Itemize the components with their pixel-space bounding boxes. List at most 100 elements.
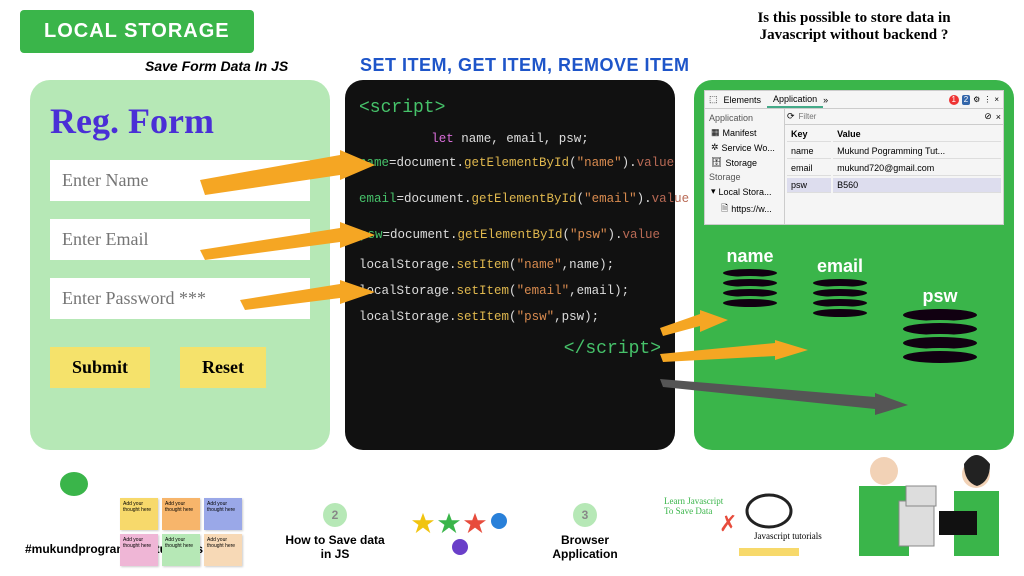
sidebar-heading-storage: Storage xyxy=(707,170,782,184)
devtools-window: ⬚ Elements Application » 1 2 ⚙ ⋮ × Appli… xyxy=(704,90,1004,225)
code-fn: setItem xyxy=(457,284,510,298)
clear-icon[interactable]: × xyxy=(996,112,1001,122)
code-txt: localStorage. xyxy=(359,310,457,324)
script-open-tag: <script> xyxy=(359,94,661,123)
star-icon xyxy=(464,512,486,534)
form-title: Reg. Form xyxy=(50,100,310,142)
code-fn: getElementById xyxy=(457,228,562,242)
step-badge-icon: 2 xyxy=(323,503,347,527)
col-value: Value xyxy=(833,127,1001,142)
sticky-note: Add your thought here xyxy=(120,498,158,530)
footer-deco: Learn Javascript To Save Data ✗ Javascri… xyxy=(664,486,824,566)
cell-value: Mukund Pogramming Tut... xyxy=(833,144,1001,159)
code-str: "psw" xyxy=(517,310,555,324)
code-var-psw: psw xyxy=(360,228,383,242)
sticky-note: Add your thought here xyxy=(162,534,200,566)
table-row[interactable]: pswB560 xyxy=(787,178,1001,193)
code-fn: getElementById xyxy=(472,192,577,206)
info-badge: 2 xyxy=(962,95,970,105)
cell-key: name xyxy=(787,144,831,159)
step-label: How to Save data in JS xyxy=(280,533,390,561)
db-label: name xyxy=(720,246,780,267)
code-fn: getElementById xyxy=(464,156,569,170)
script-text: Javascript tutorials xyxy=(754,531,822,541)
step-2: 2 How to Save data in JS xyxy=(280,503,390,561)
oval-icon xyxy=(744,491,794,531)
script-text: Learn Javascript To Save Data xyxy=(664,496,724,516)
star-icon xyxy=(412,512,434,534)
sidebar-label: https://w... xyxy=(731,204,772,214)
code-txt: ( xyxy=(509,310,517,324)
code-txt: ). xyxy=(608,228,623,242)
code-prop: value xyxy=(652,192,690,206)
code-txt: ( xyxy=(509,258,517,272)
sidebar-heading-application: Application xyxy=(707,111,782,125)
sidebar-item-serviceworker[interactable]: ✲Service Wo... xyxy=(707,140,782,155)
code-var-name: name xyxy=(359,156,389,170)
code-fn: setItem xyxy=(457,310,510,324)
code-txt: =document. xyxy=(397,192,472,206)
cell-value: B560 xyxy=(833,178,1001,193)
step-badge-icon: 3 xyxy=(573,503,597,527)
more-icon[interactable]: ⋮ xyxy=(983,95,991,105)
sidebar-item-origin[interactable]: 🗎https://w... xyxy=(707,199,782,219)
sidebar-label: Local Stora... xyxy=(719,187,772,197)
sidebar-item-manifest[interactable]: ▦Manifest xyxy=(707,125,782,140)
filter-input[interactable] xyxy=(799,112,899,121)
cell-value: mukund720@gmail.com xyxy=(833,161,1001,176)
highlight-mark xyxy=(739,548,799,556)
db-label: email xyxy=(810,256,870,277)
stars-deco xyxy=(410,512,510,556)
sticky-note: Add your thought here xyxy=(162,498,200,530)
code-txt: ( xyxy=(577,192,585,206)
code-txt: localStorage. xyxy=(359,284,457,298)
sticky-note: Add your thought here xyxy=(120,534,158,566)
refresh-icon[interactable]: ⟳ xyxy=(787,111,795,122)
code-kw-let: let xyxy=(431,132,454,146)
db-psw-icon: psw xyxy=(900,310,980,366)
email-field[interactable] xyxy=(50,219,310,260)
database-icons: name email psw xyxy=(700,240,1010,420)
script-close-tag: </script> xyxy=(359,335,661,364)
sticky-note: Add your thought here xyxy=(204,498,242,530)
reset-button[interactable]: Reset xyxy=(180,347,266,388)
code-str: "email" xyxy=(517,284,570,298)
methods-label: SET ITEM, GET ITEM, REMOVE ITEM xyxy=(360,55,690,76)
password-field[interactable] xyxy=(50,278,310,319)
chevron-down-icon: ▾ xyxy=(711,186,716,197)
submit-button[interactable]: Submit xyxy=(50,347,150,388)
sidebar-item-localstorage[interactable]: ▾Local Stora... xyxy=(707,184,782,199)
code-var-email: email xyxy=(359,192,397,206)
inspect-icon[interactable]: ⬚ xyxy=(709,94,718,105)
db-label: psw xyxy=(900,286,980,307)
step-label: Browser Application xyxy=(530,533,640,561)
block-icon[interactable]: ⊘ xyxy=(984,111,992,122)
table-row[interactable]: emailmukund720@gmail.com xyxy=(787,161,1001,176)
code-txt: ,email); xyxy=(569,284,629,298)
subtitle: Save Form Data In JS xyxy=(145,58,288,74)
tabs-more[interactable]: » xyxy=(823,95,828,105)
col-key: Key xyxy=(787,127,831,142)
step-3: 3 Browser Application xyxy=(530,503,640,561)
close-icon[interactable]: × xyxy=(994,95,999,105)
tab-elements[interactable]: Elements xyxy=(718,93,768,107)
sidebar-label: Manifest xyxy=(723,128,757,138)
gear-icon: ✲ xyxy=(711,142,719,153)
table-row[interactable]: nameMukund Pogramming Tut... xyxy=(787,144,1001,159)
sidebar-label: Storage xyxy=(725,158,757,168)
tab-application[interactable]: Application xyxy=(767,92,823,108)
code-str: "email" xyxy=(584,192,637,206)
file-icon: 🗎 xyxy=(721,201,728,217)
code-str: "psw" xyxy=(570,228,608,242)
hashtag: #mukundprogrammingtutorials xyxy=(25,542,125,556)
code-txt: =document. xyxy=(382,228,457,242)
code-txt: ). xyxy=(637,192,652,206)
name-field[interactable] xyxy=(50,160,310,201)
devtools-sidebar: Application ▦Manifest ✲Service Wo... 🗄St… xyxy=(705,109,785,224)
code-txt: ( xyxy=(509,284,517,298)
manifest-icon: ▦ xyxy=(711,127,720,138)
settings-icon[interactable]: ⚙ xyxy=(973,95,980,105)
error-badge: 1 xyxy=(949,95,959,105)
code-prop: value xyxy=(623,228,661,242)
sidebar-item-storage[interactable]: 🗄Storage xyxy=(707,155,782,170)
